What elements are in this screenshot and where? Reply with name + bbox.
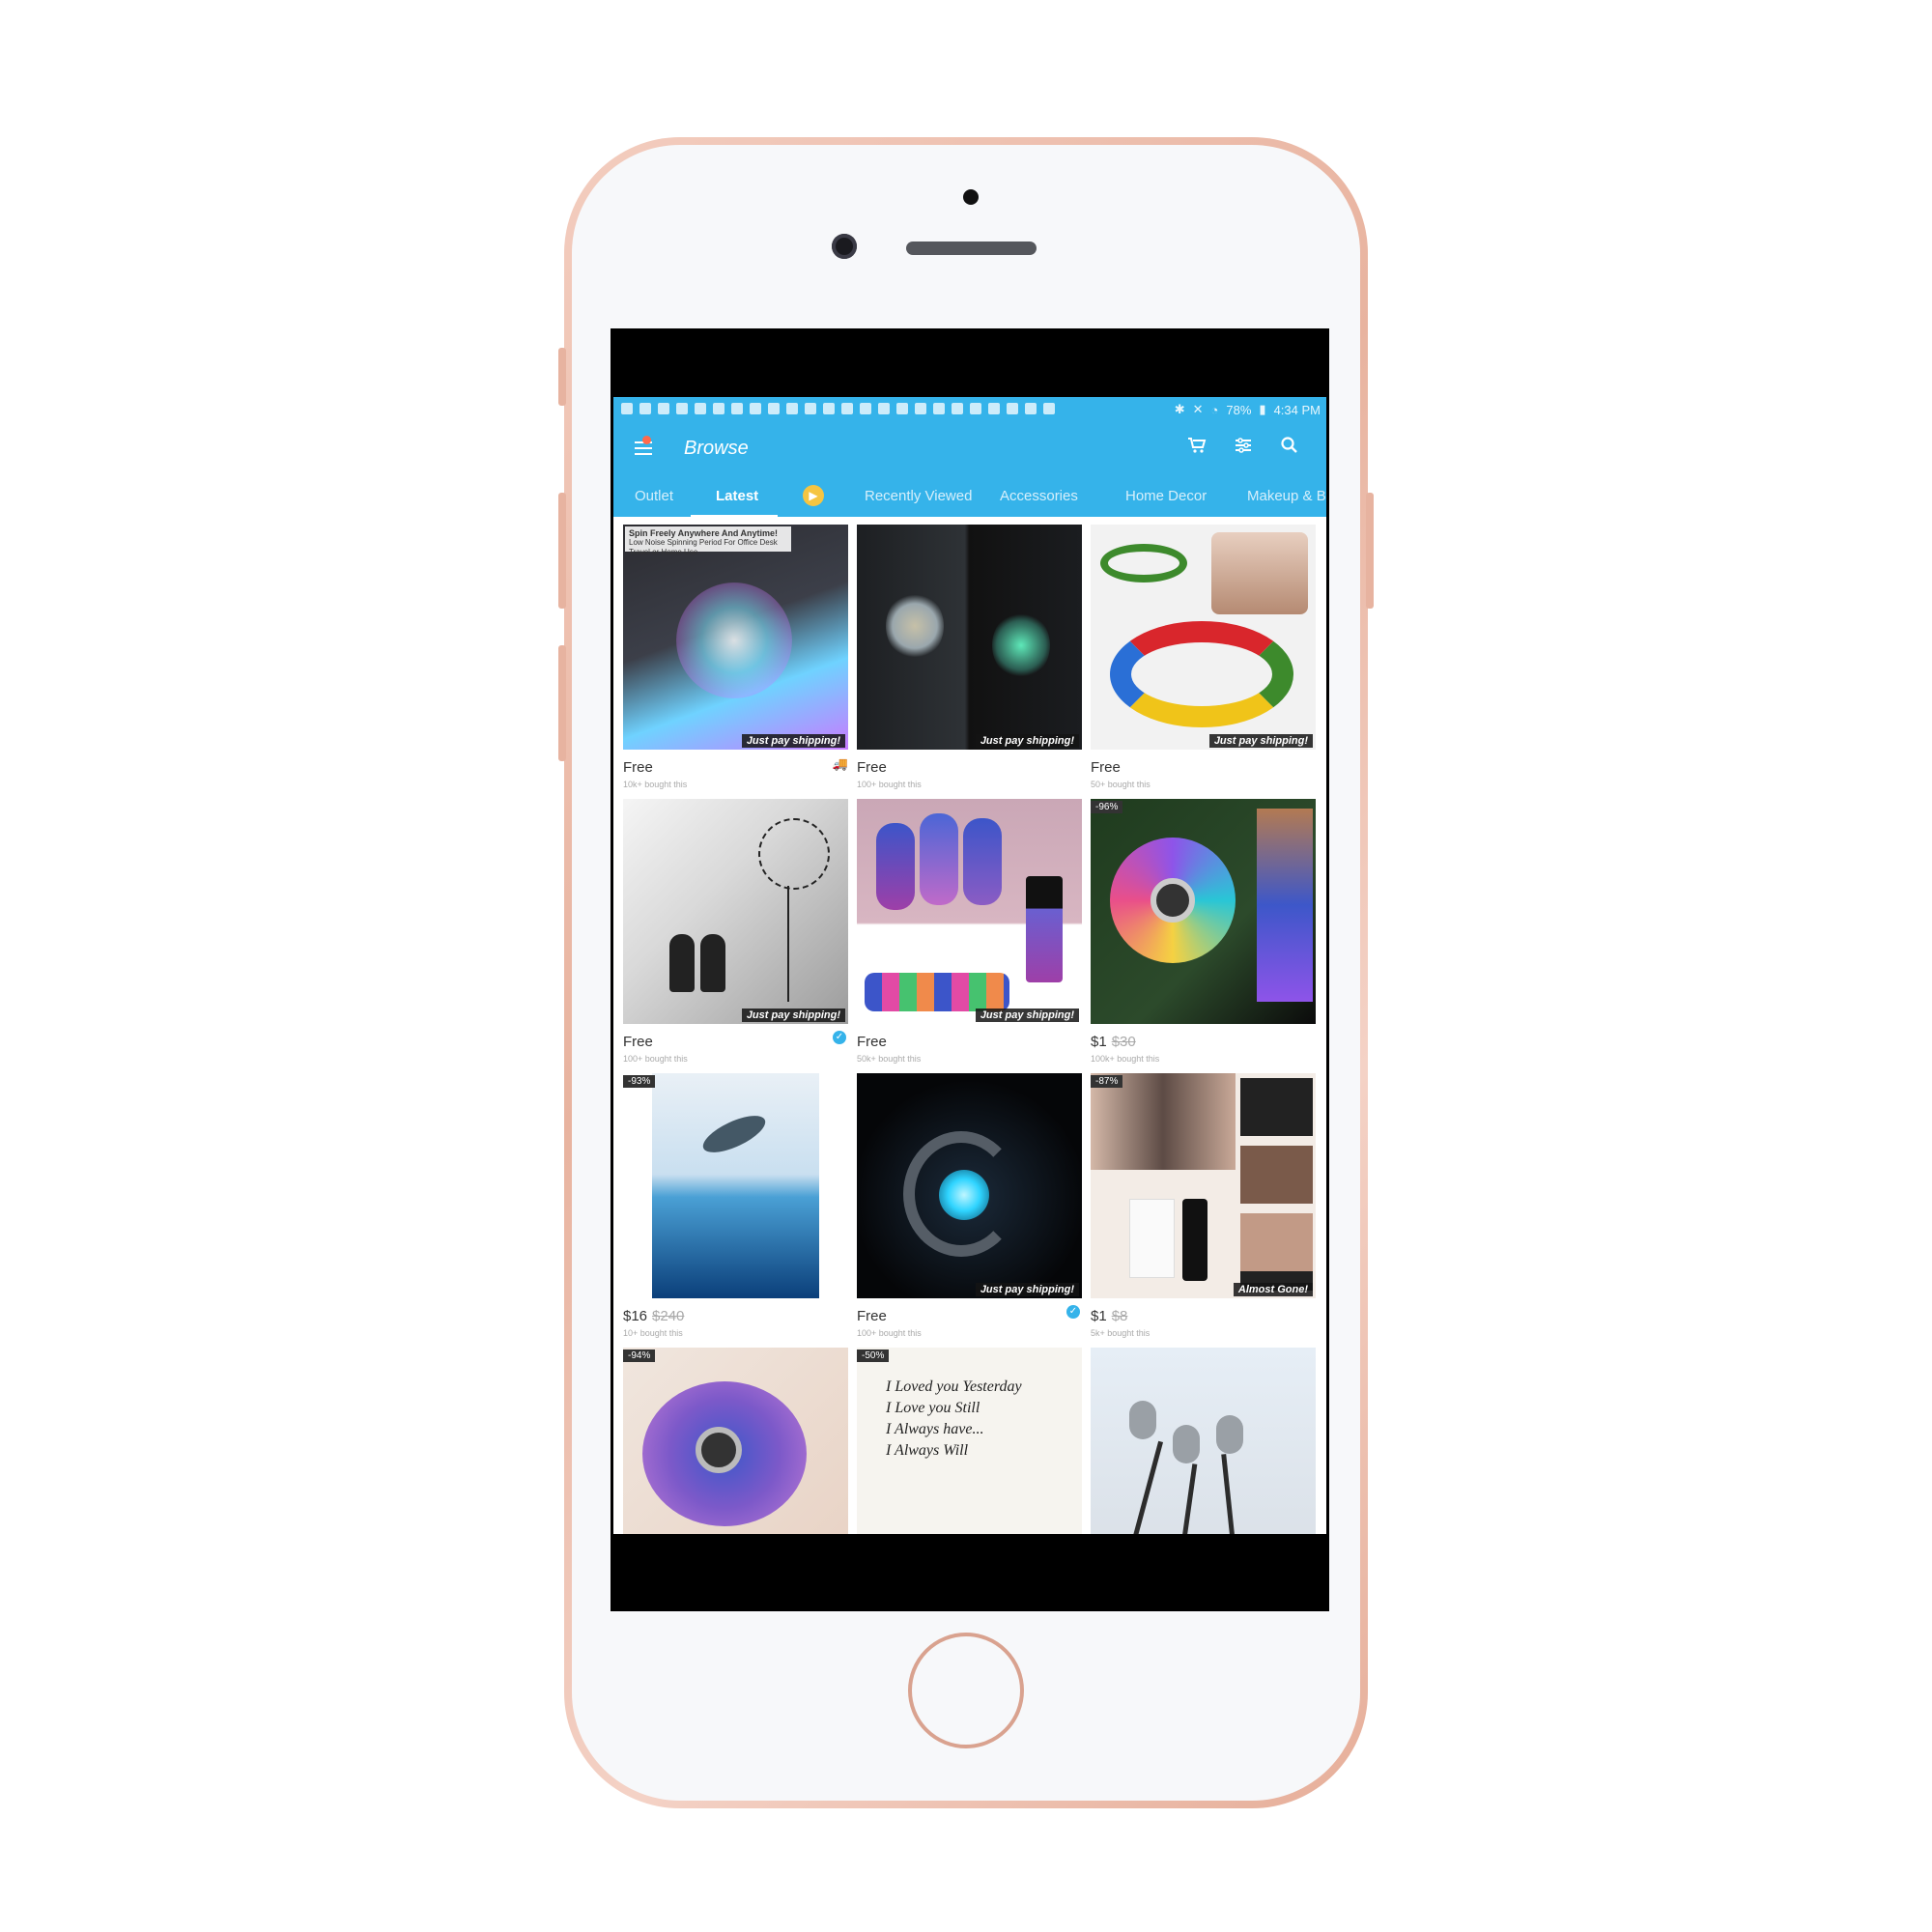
earpiece-speaker: [906, 242, 1037, 255]
coin-icon[interactable]: ▶: [803, 485, 824, 506]
shipping-tag: Just pay shipping!: [975, 734, 1079, 748]
bought-count: 10k+ bought this: [623, 780, 688, 789]
shipping-tag: Just pay shipping!: [975, 1283, 1079, 1296]
mute-switch: [558, 348, 566, 406]
bought-count: 10+ bought this: [623, 1328, 683, 1338]
shipping-truck-icon: 🚚: [832, 756, 848, 771]
tab-recently-viewed[interactable]: Recently Viewed: [865, 488, 972, 504]
tab-makeup-beauty[interactable]: Makeup & Be: [1247, 488, 1326, 504]
bought-count: 5k+ bought this: [1091, 1328, 1151, 1338]
wall-quote-line: I Always have...: [886, 1421, 984, 1437]
notification-icons: [621, 403, 1055, 414]
verified-badge-icon: ✓: [1066, 1305, 1080, 1319]
wifi-icon: ◔: [1210, 402, 1219, 417]
wall-quote-line: I Always Will: [886, 1442, 969, 1459]
mute-icon: ✕: [1192, 402, 1204, 416]
product-price: Free: [1091, 759, 1121, 776]
product-image[interactable]: Just pay shipping!: [623, 799, 848, 1024]
volume-down-button: [558, 645, 566, 761]
product-image[interactable]: -94%: [623, 1348, 848, 1534]
bought-count: 50+ bought this: [1091, 780, 1151, 789]
product-price: Free: [857, 1308, 887, 1324]
product-price: Free: [623, 759, 653, 776]
cart-icon[interactable]: [1185, 436, 1208, 459]
stock-tag: Almost Gone!: [1233, 1283, 1313, 1296]
status-right: ✱ ✕ ◔ 78% ▮ 4:34 PM: [1175, 402, 1321, 417]
product-caption: Spin Freely Anywhere And Anytime! Low Noi…: [625, 526, 791, 556]
filter-icon[interactable]: [1232, 436, 1255, 459]
product-image[interactable]: Just pay shipping!: [857, 525, 1082, 750]
page-title: Browse: [684, 438, 749, 459]
app-bar: Browse: [613, 422, 1326, 476]
product-price: $1 $8: [1091, 1308, 1128, 1324]
bought-count: 50k+ bought this: [857, 1054, 922, 1064]
discount-badge: -50%: [857, 1350, 890, 1362]
home-button[interactable]: [908, 1633, 1024, 1748]
product-price: Free: [623, 1034, 653, 1050]
battery-level: 78%: [1226, 402, 1252, 417]
product-price: $1 $30: [1091, 1034, 1136, 1050]
product-image[interactable]: -96%: [1091, 799, 1316, 1024]
tab-latest[interactable]: Latest: [716, 488, 758, 504]
product-image[interactable]: Just pay shipping!: [857, 799, 1082, 1024]
shipping-tag: Just pay shipping!: [975, 1009, 1079, 1022]
phone-screen: ✱ ✕ ◔ 78% ▮ 4:34 PM Browse Outlet Latest…: [611, 328, 1329, 1611]
tab-outlet[interactable]: Outlet: [635, 488, 673, 504]
tab-home-decor[interactable]: Home Decor: [1125, 488, 1207, 504]
product-image[interactable]: I Loved you Yesterday I Love you Still I…: [857, 1348, 1082, 1534]
discount-badge: -93%: [623, 1075, 656, 1088]
front-camera: [832, 234, 857, 259]
discount-badge: -87%: [1091, 1075, 1123, 1088]
shipping-tag: Just pay shipping!: [741, 734, 845, 748]
category-tabs: Outlet Latest ▶ Recently Viewed Accessor…: [613, 476, 1326, 517]
product-image[interactable]: -93%: [623, 1073, 848, 1298]
wall-quote-line: I Love you Still: [886, 1400, 980, 1416]
volume-up-button: [558, 493, 566, 609]
bought-count: 100+ bought this: [857, 1328, 922, 1338]
discount-badge: -96%: [1091, 801, 1123, 813]
bought-count: 100+ bought this: [857, 780, 922, 789]
shipping-tag: Just pay shipping!: [1208, 734, 1313, 748]
product-price: Free: [857, 759, 887, 776]
wall-quote-line: I Loved you Yesterday: [886, 1378, 1022, 1395]
product-image[interactable]: Spin Freely Anywhere And Anytime! Low Noi…: [623, 525, 848, 750]
notification-dot: [642, 436, 651, 444]
bought-count: 100+ bought this: [623, 1054, 688, 1064]
clock: 4:34 PM: [1273, 402, 1321, 417]
tab-accessories[interactable]: Accessories: [1000, 488, 1078, 504]
product-image[interactable]: [1091, 1348, 1316, 1534]
status-bar: ✱ ✕ ◔ 78% ▮ 4:34 PM: [613, 397, 1326, 422]
proximity-sensor: [963, 189, 979, 205]
product-price: $16 $240: [623, 1308, 685, 1324]
product-price: Free: [857, 1034, 887, 1050]
bluetooth-icon: ✱: [1174, 402, 1185, 416]
product-image[interactable]: Just pay shipping!: [1091, 525, 1316, 750]
product-image[interactable]: Just pay shipping!: [857, 1073, 1082, 1298]
power-button: [1366, 493, 1374, 609]
shipping-tag: Just pay shipping!: [741, 1009, 845, 1022]
product-grid: Spin Freely Anywhere And Anytime! Low Noi…: [613, 517, 1326, 1534]
battery-icon: ▮: [1259, 402, 1266, 416]
verified-badge-icon: ✓: [833, 1031, 846, 1044]
search-icon[interactable]: [1278, 436, 1301, 459]
bought-count: 100k+ bought this: [1091, 1054, 1160, 1064]
discount-badge: -94%: [623, 1350, 656, 1362]
product-image[interactable]: -87% Almost Gone!: [1091, 1073, 1316, 1298]
